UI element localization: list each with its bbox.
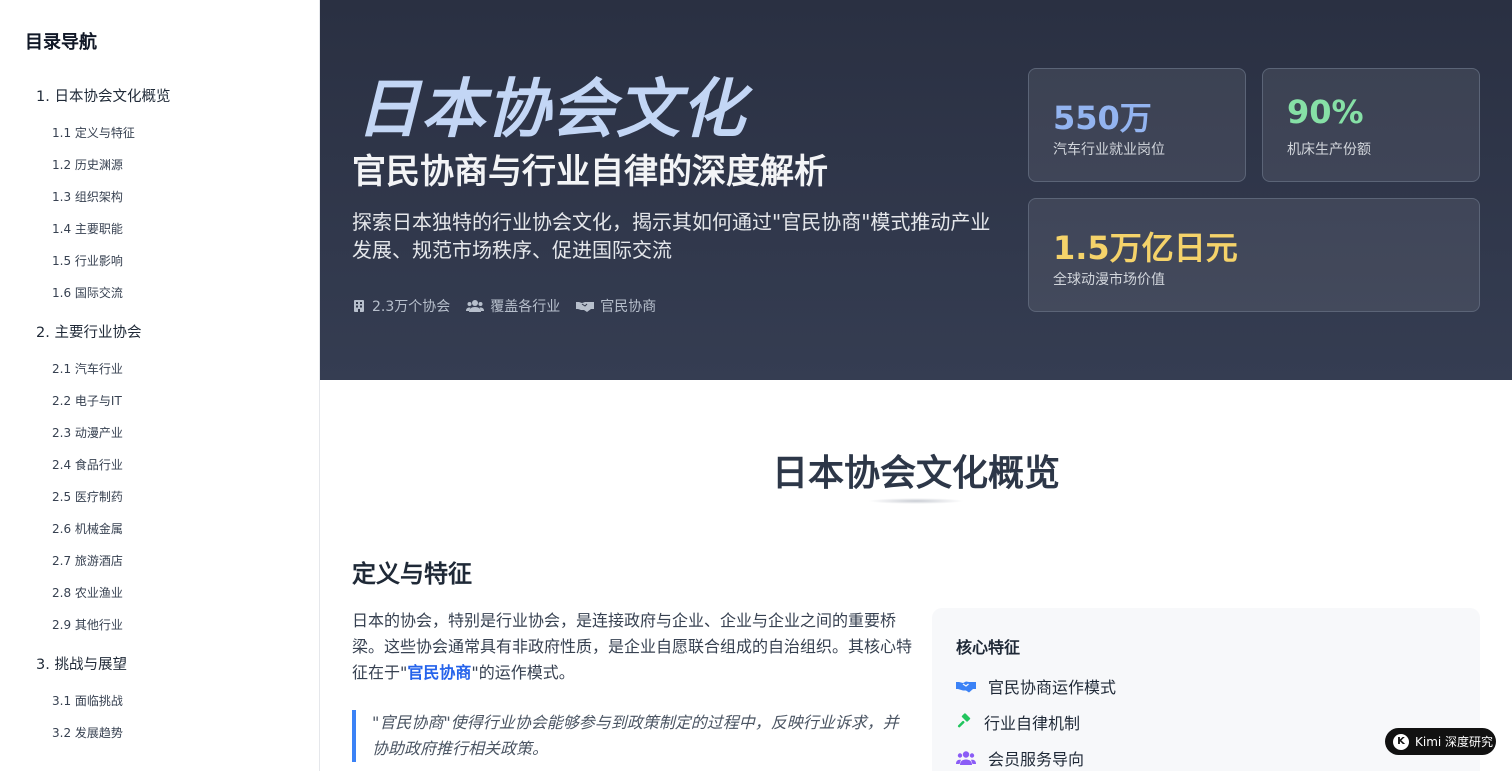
hero-tag: 官民协商 [576,296,656,316]
hero-description: 探索日本独特的行业协会文化，揭示其如何通过"官民协商"模式推动产业发展、规范市场… [352,210,991,262]
stat-value: 550万 [1053,99,1152,137]
paragraph-text: "的运作模式。 [471,663,575,682]
subsection-title: 定义与特征 [352,559,472,588]
hero-tag-label: 覆盖各行业 [490,299,561,315]
toc-item-2-3[interactable]: 2.3 动漫产业 [52,424,123,441]
features-title: 核心特征 [956,638,1021,657]
hero-tags: 2.3万个协会 覆盖各行业 官民协商 [352,296,656,316]
toc-item-2-1[interactable]: 2.1 汽车行业 [52,360,123,377]
toc-item-1[interactable]: 1. 日本协会文化概览 [36,85,170,106]
hero-tag: 2.3万个协会 [352,296,450,316]
stat-label: 全球动漫市场价值 [1053,272,1165,288]
handshake-icon [956,681,976,693]
toc-item-3[interactable]: 3. 挑战与展望 [36,653,127,674]
hero-tag: 覆盖各行业 [466,296,560,316]
feature-label: 会员服务导向 [988,750,1085,769]
stat-card-machine-tool-share: 90% 机床生产份额 [1262,68,1480,182]
hero-tag-label: 官民协商 [600,299,657,315]
hero-tag-label: 2.3万个协会 [372,299,451,315]
stat-card-automotive-jobs: 550万 汽车行业就业岗位 [1028,68,1246,182]
hero-banner: 日本协会文化 官民协商与行业自律的深度解析 探索日本独特的行业协会文化，揭示其如… [320,0,1512,380]
building-icon [354,300,364,312]
toc-item-1-2[interactable]: 1.2 历史渊源 [52,156,123,173]
toc-item-2-7[interactable]: 2.7 旅游酒店 [52,552,123,569]
stat-value: 90% [1287,93,1364,131]
toc-item-1-1[interactable]: 1.1 定义与特征 [52,124,135,141]
quote-block: "官民协商"使得行业协会能够参与到政策制定的过程中，反映行业诉求，并协助政府推行… [352,710,912,762]
toc-item-2[interactable]: 2. 主要行业协会 [36,321,141,342]
toc-item-1-4[interactable]: 1.4 主要职能 [52,220,123,237]
section-title: 日本协会文化概览 [771,452,1060,494]
highlight-term: 官民协商 [407,663,472,682]
toc-item-3-1[interactable]: 3.1 面临挑战 [52,692,123,709]
stat-card-anime-market: 1.5万亿日元 全球动漫市场价值 [1028,198,1480,312]
kimi-research-badge[interactable]: K Kimi 深度研究 [1385,728,1496,755]
kimi-badge-label: Kimi 深度研究 [1415,735,1494,749]
toc-item-2-5[interactable]: 2.5 医疗制药 [52,488,123,505]
toc-item-1-3[interactable]: 1.3 组织架构 [52,188,123,205]
toc-item-2-9[interactable]: 2.9 其他行业 [52,616,123,633]
toc-item-2-6[interactable]: 2.6 机械金属 [52,520,123,537]
handshake-icon [576,302,595,312]
users-icon [956,751,976,765]
feature-label: 官民协商运作模式 [988,678,1117,697]
toc-item-2-2[interactable]: 2.2 电子与IT [52,392,122,409]
stat-label: 机床生产份额 [1287,142,1371,158]
section-divider [868,498,964,504]
definition-paragraph: 日本的协会，特别是行业协会，是连接政府与企业、企业与企业之间的重要桥梁。这些协会… [352,608,912,686]
toc-item-1-5[interactable]: 1.5 行业影响 [52,252,123,269]
stat-label: 汽车行业就业岗位 [1053,142,1165,158]
gavel-icon [957,713,971,728]
sidebar-toc: 目录导航 1. 日本协会文化概览 1.1 定义与特征 1.2 历史渊源 1.3 … [0,0,320,771]
toc-item-3-2[interactable]: 3.2 发展趋势 [52,724,123,741]
toc-item-2-4[interactable]: 2.4 食品行业 [52,456,123,473]
toc-title: 目录导航 [25,32,97,53]
kimi-logo: K [1393,733,1409,750]
hero-subtitle: 官民协商与行业自律的深度解析 [352,152,828,192]
hero-title: 日本协会文化 [356,72,746,147]
feature-item: 行业自律机制 [956,710,1080,734]
feature-item: 会员服务导向 [956,746,1084,770]
feature-label: 行业自律机制 [984,714,1081,733]
stat-value: 1.5万亿日元 [1053,229,1238,267]
toc-item-2-8[interactable]: 2.8 农业渔业 [52,584,123,601]
users-icon [466,300,485,312]
feature-item: 官民协商运作模式 [956,674,1116,698]
toc-item-1-6[interactable]: 1.6 国际交流 [52,284,123,301]
